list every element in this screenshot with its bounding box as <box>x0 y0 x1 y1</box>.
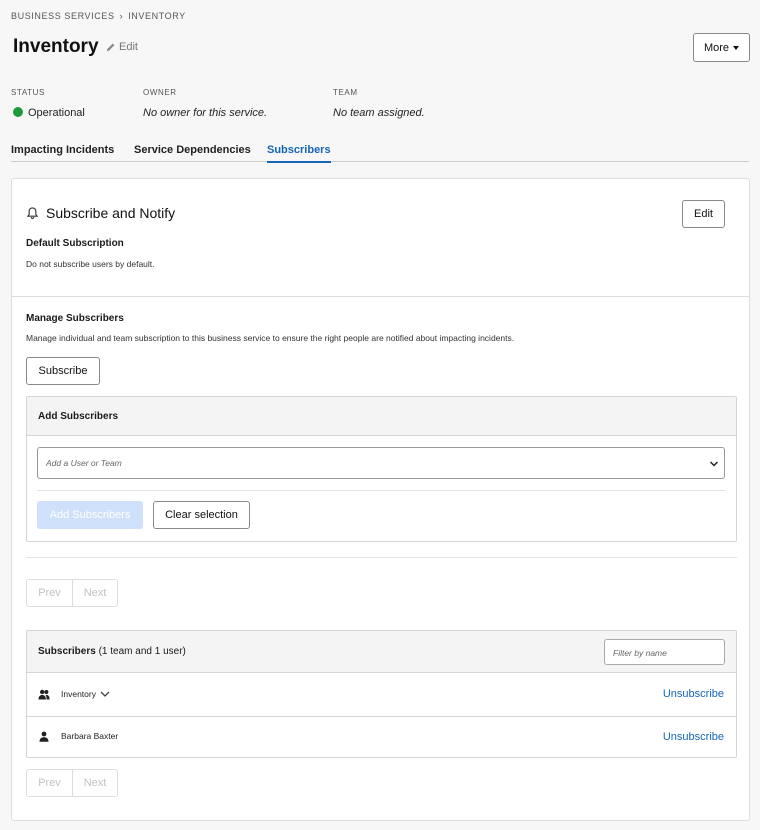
add-subscribers-panel-header: Add Subscribers <box>27 397 736 436</box>
status-value: Operational <box>13 107 85 119</box>
clear-selection-button[interactable]: Clear selection <box>153 501 250 529</box>
subscriber-name: Inventory <box>61 689 96 699</box>
tab-service-dependencies[interactable]: Service Dependencies <box>134 144 251 161</box>
subscribers-card: Subscribe and Notify Edit Default Subscr… <box>11 178 750 821</box>
owner-label: OWNER <box>143 88 177 97</box>
subscribers-heading-label: Subscribers <box>38 646 96 657</box>
subscribe-notify-title: Subscribe and Notify <box>46 205 176 221</box>
more-button[interactable]: More <box>693 33 750 62</box>
breadcrumb: BUSINESS SERVICES › INVENTORY <box>11 11 186 21</box>
subscribers-count: (1 team and 1 user) <box>98 646 186 657</box>
user-icon <box>39 731 49 742</box>
status-dot-icon <box>13 107 23 117</box>
tab-subscribers[interactable]: Subscribers <box>267 144 331 163</box>
filter-by-name-placeholder: Filter by name <box>613 648 667 658</box>
subscriber-name: Barbara Baxter <box>61 731 119 741</box>
chevron-down-icon <box>709 461 719 467</box>
manage-subscribers-heading: Manage Subscribers <box>26 313 124 324</box>
unsubscribe-link[interactable]: Unsubscribe <box>663 688 724 700</box>
team-icon <box>38 689 50 700</box>
tab-impacting-incidents[interactable]: Impacting Incidents <box>11 144 114 161</box>
pagination-bottom: Prev Next <box>26 769 118 797</box>
breadcrumb-parent[interactable]: BUSINESS SERVICES <box>11 11 115 21</box>
team-toggle[interactable]: Inventory <box>61 689 110 699</box>
filter-by-name-input[interactable]: Filter by name <box>604 639 725 665</box>
edit-title-link[interactable]: Edit <box>105 41 138 53</box>
prev-button[interactable]: Prev <box>27 770 72 796</box>
pagination-top: Prev Next <box>26 579 118 607</box>
team-value: No team assigned. <box>333 107 425 119</box>
add-user-or-team-select[interactable]: Add a User or Team <box>37 447 725 479</box>
default-subscription-text: Do not subscribe users by default. <box>26 259 155 269</box>
pencil-icon <box>106 43 115 51</box>
status-text: Operational <box>28 107 85 119</box>
unsubscribe-link[interactable]: Unsubscribe <box>663 731 724 743</box>
default-subscription-heading: Default Subscription <box>26 238 124 249</box>
add-panel-divider <box>37 490 725 491</box>
owner-value: No owner for this service. <box>143 107 268 119</box>
subscribers-panel-header: Subscribers (1 team and 1 user) Filter b… <box>27 631 736 673</box>
add-user-or-team-placeholder: Add a User or Team <box>46 458 122 468</box>
section-divider <box>12 296 749 297</box>
subscribe-notify-header: Subscribe and Notify <box>26 205 175 221</box>
add-subscribers-panel: Add Subscribers Add a User or Team Add S… <box>26 396 737 542</box>
next-button[interactable]: Next <box>72 580 117 606</box>
edit-subscription-button[interactable]: Edit <box>682 200 725 228</box>
subscribers-panel: Subscribers (1 team and 1 user) Filter b… <box>26 630 737 758</box>
subscribers-heading: Subscribers (1 team and 1 user) <box>38 646 186 657</box>
manage-subscribers-description: Manage individual and team subscription … <box>26 333 515 343</box>
manage-divider <box>26 557 737 558</box>
next-button[interactable]: Next <box>72 770 117 796</box>
tab-bar: Impacting Incidents Service Dependencies… <box>11 142 749 163</box>
bell-icon <box>26 207 39 219</box>
subscriber-row: Inventory Unsubscribe <box>27 674 736 716</box>
edit-title-label: Edit <box>119 41 138 53</box>
add-subscribers-heading: Add Subscribers <box>38 411 119 422</box>
subscribe-button[interactable]: Subscribe <box>26 357 100 385</box>
more-button-label: More <box>703 41 730 54</box>
team-label: TEAM <box>333 88 358 97</box>
chevron-down-icon <box>100 691 110 697</box>
prev-button[interactable]: Prev <box>27 580 72 606</box>
page-title: Inventory <box>13 36 99 57</box>
caret-down-icon <box>733 45 740 50</box>
breadcrumb-current: INVENTORY <box>128 11 186 21</box>
status-label: STATUS <box>11 88 45 97</box>
subscriber-row: Barbara Baxter Unsubscribe <box>27 717 736 759</box>
breadcrumb-separator: › <box>119 11 124 21</box>
add-subscribers-button[interactable]: Add Subscribers <box>37 501 143 529</box>
